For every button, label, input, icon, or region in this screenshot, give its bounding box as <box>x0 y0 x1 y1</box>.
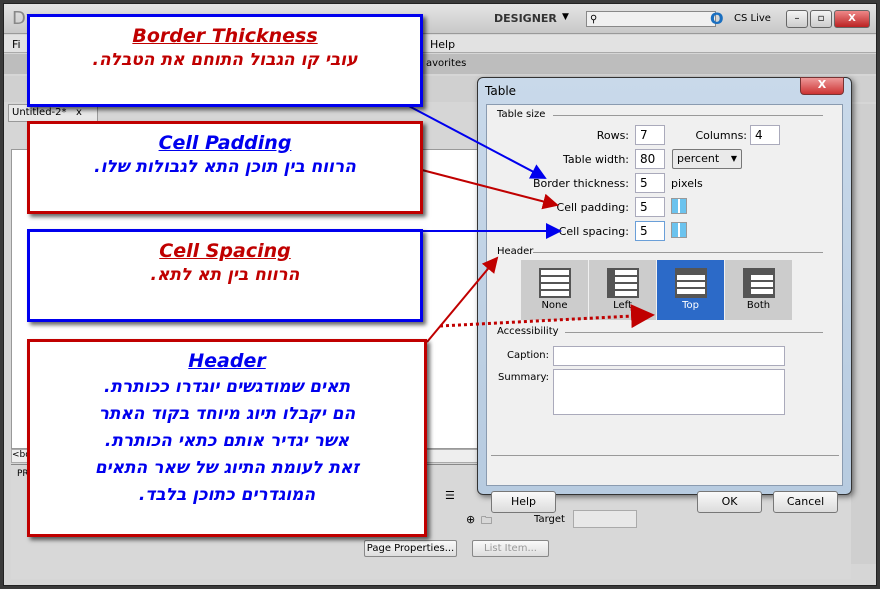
callout-border-thickness: Border Thickness עובי קו הגבול התוחם את … <box>27 14 423 107</box>
header-left-option[interactable]: Left <box>589 260 656 320</box>
dialog-close-button[interactable]: X <box>800 77 844 95</box>
close-icon[interactable]: x <box>70 107 82 118</box>
cell-padding-input[interactable]: 5 <box>635 197 665 217</box>
target-label: Target <box>534 514 565 525</box>
point-to-file-icon[interactable]: ⊕ <box>466 513 475 526</box>
callout-text: זאת לעומת התיוג של שאר התאים <box>94 458 360 478</box>
caption-input[interactable] <box>553 346 785 366</box>
header-option-label: Both <box>746 300 771 311</box>
callout-text: אשר יגדיר אותם כתאי הכותרת. <box>104 431 350 451</box>
width-unit-select[interactable]: percent ▼ <box>672 149 742 169</box>
divider <box>553 115 823 116</box>
list-item-button[interactable]: List Item... <box>472 540 549 557</box>
workspace-switcher[interactable]: DESIGNER <box>494 12 557 25</box>
cell-padding-icon <box>671 198 687 214</box>
border-thickness-label: Border thickness: <box>532 177 629 190</box>
maximize-button[interactable]: ▫ <box>810 10 832 28</box>
summary-textarea[interactable] <box>553 369 785 415</box>
help-button[interactable]: Help <box>491 491 556 513</box>
border-thickness-input[interactable]: 5 <box>635 173 665 193</box>
cell-spacing-label: Cell spacing: <box>558 225 629 238</box>
rows-input[interactable]: 7 <box>635 125 665 145</box>
header-option-label: None <box>541 300 568 311</box>
cs-live-button[interactable]: CS Live <box>734 13 771 24</box>
header-option-label: Left <box>613 300 632 311</box>
cs-live-icon: O <box>710 9 724 28</box>
table-top-icon <box>674 268 707 298</box>
divider <box>533 252 823 253</box>
callout-header: Header תאים שמודגשים יוגדרו ככותרת. הם י… <box>27 339 427 537</box>
dialog-title: Table <box>485 84 517 98</box>
chevron-down-icon[interactable]: ▼ <box>562 12 569 22</box>
cancel-button[interactable]: Cancel <box>773 491 838 513</box>
summary-label: Summary: <box>498 372 549 383</box>
header-top-option[interactable]: Top <box>657 260 724 320</box>
callout-cell-padding: Cell Padding הרווח בין תוכן התא לגבולות … <box>27 121 423 214</box>
rows-label: Rows: <box>596 129 629 142</box>
divider <box>565 332 823 333</box>
cell-spacing-input[interactable]: 5 <box>635 221 665 241</box>
table-size-label: Table size <box>497 109 546 120</box>
header-none-option[interactable]: None <box>521 260 588 320</box>
table-both-icon <box>742 268 775 298</box>
callout-text: עובי קו הגבול התוחם את הטבלה. <box>92 50 358 70</box>
table-width-label: Table width: <box>563 153 629 166</box>
table-dialog: Table X Table size Rows: 7 Columns: 4 Ta… <box>477 77 852 513</box>
minimize-button[interactable]: – <box>786 10 808 28</box>
callout-text: הם יקבלו תיוג מיוחד בקוד האתר <box>98 404 356 424</box>
callout-title: Header <box>188 350 266 372</box>
close-button[interactable]: X <box>834 10 870 28</box>
divider <box>491 455 839 456</box>
callout-text: הרווח בין תוכן התא לגבולות שלו. <box>94 157 356 177</box>
search-input[interactable]: ⚲ <box>586 11 716 27</box>
header-option-label: Top <box>682 300 699 311</box>
columns-label: Columns: <box>695 129 747 142</box>
cell-spacing-icon <box>671 222 687 238</box>
columns-input[interactable]: 4 <box>750 125 780 145</box>
menu-help[interactable]: Help <box>430 38 455 51</box>
callout-text: תאים שמודגשים יוגדרו ככותרת. <box>103 377 351 397</box>
callout-text: הרווח בין תא לתא. <box>150 265 300 285</box>
border-unit-label: pixels <box>671 177 703 190</box>
callout-title: Cell Spacing <box>159 240 291 262</box>
table-none-icon <box>538 268 571 298</box>
accessibility-label: Accessibility <box>497 326 559 337</box>
header-label: Header <box>497 246 534 257</box>
cell-padding-label: Cell padding: <box>556 201 629 214</box>
dialog-body: Table size Rows: 7 Columns: 4 Table widt… <box>486 104 843 513</box>
search-icon: ⚲ <box>590 14 598 25</box>
tab-favorites[interactable]: avorites <box>426 58 466 69</box>
width-unit-value: percent <box>677 152 720 165</box>
table-width-input[interactable]: 80 <box>635 149 665 169</box>
table-left-icon <box>606 268 639 298</box>
page-properties-button[interactable]: Page Properties... <box>364 540 457 557</box>
callout-cell-spacing: Cell Spacing הרווח בין תא לתא. <box>27 229 423 322</box>
doc-tab-label: Untitled-2* <box>12 107 67 118</box>
folder-icon[interactable]: 🗀 <box>481 512 492 531</box>
caption-label: Caption: <box>507 350 549 361</box>
callout-title: Border Thickness <box>132 25 318 47</box>
panel-dock <box>850 104 876 564</box>
menu-file[interactable]: Fi <box>12 38 21 51</box>
ok-button[interactable]: OK <box>697 491 762 513</box>
callout-text: המוגדרים כתוכן בלבד. <box>138 485 316 505</box>
chevron-down-icon: ▼ <box>730 154 737 163</box>
list-icon[interactable]: ☰ <box>445 489 455 502</box>
callout-title: Cell Padding <box>158 132 292 154</box>
target-select[interactable] <box>573 510 637 528</box>
header-both-option[interactable]: Both <box>725 260 792 320</box>
